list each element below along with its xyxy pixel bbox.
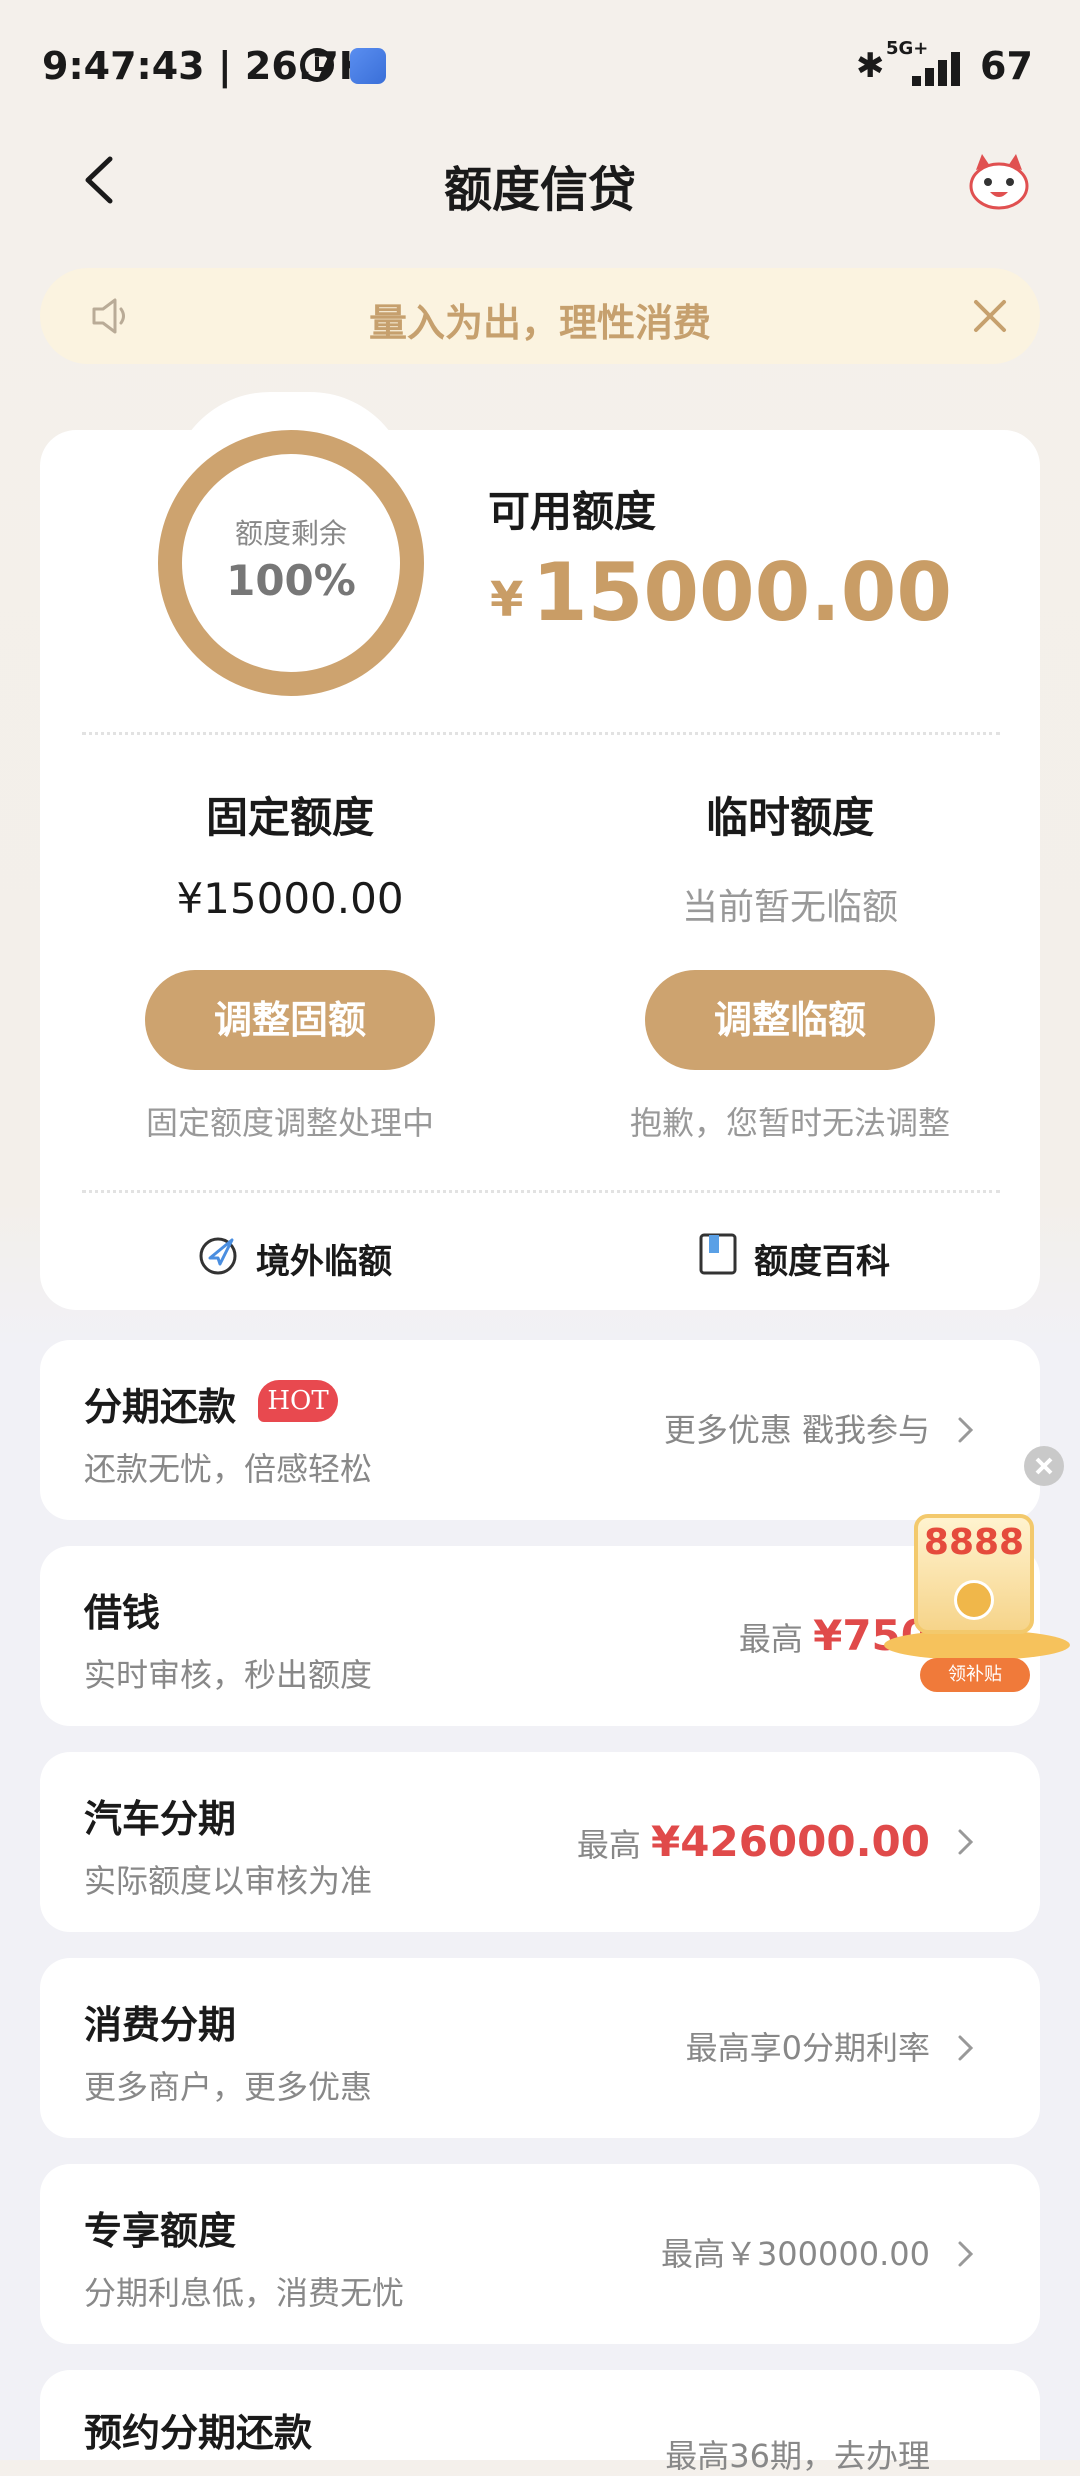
temp-quota-title: 临时额度 bbox=[705, 793, 874, 842]
card-subtitle: 更多商户，更多优惠 bbox=[84, 2068, 373, 2106]
temp-quota-amount: 当前暂无临额 bbox=[681, 887, 898, 928]
adjust-fixed-button[interactable]: 调整固额 bbox=[145, 970, 435, 1070]
overseas-temp-link[interactable]: 境外临额 bbox=[256, 1234, 392, 1283]
chevron-right-icon bbox=[958, 2035, 974, 2061]
close-icon[interactable] bbox=[970, 296, 1010, 336]
fixed-quota-note: 固定额度调整处理中 bbox=[145, 1104, 434, 1142]
ring-percent: 100% bbox=[226, 556, 356, 605]
coin-icon bbox=[954, 1580, 994, 1620]
battery-level: 67 bbox=[980, 44, 1033, 88]
card-title: 借钱 bbox=[84, 1591, 161, 1635]
alarm-icon bbox=[300, 48, 334, 82]
available-currency: ¥ bbox=[490, 572, 524, 628]
promo-claim-button[interactable]: 领补贴 bbox=[920, 1658, 1030, 1692]
status-bar: 9:47:43 | 26.7K ✱ 5G+ 67 bbox=[0, 0, 1080, 130]
available-label: 可用额度 bbox=[488, 487, 657, 536]
floating-promo[interactable]: 8888 领补贴 bbox=[878, 1440, 1078, 1700]
card-title: 预约分期还款 bbox=[84, 2411, 313, 2455]
reserve-installment-card[interactable]: 预约分期还款 最高36期，去办理 bbox=[40, 2370, 1040, 2475]
card-right-text: 最高享0分期利率 bbox=[685, 2029, 930, 2067]
card-subtitle: 还款无忧，倍感轻松 bbox=[84, 1450, 373, 1488]
signal-icon bbox=[912, 52, 972, 86]
adjust-temp-button[interactable]: 调整临额 bbox=[645, 970, 935, 1070]
card-right-text: 最高36期，去办理 bbox=[665, 2437, 930, 2475]
car-installment-card[interactable]: 汽车分期 实际额度以审核为准 最高 ¥426000.00 bbox=[40, 1752, 1040, 1932]
amount-prefix: 最高 bbox=[738, 1620, 803, 1658]
notice-text: 量入为出，理性消费 bbox=[368, 301, 711, 345]
exclusive-quota-card[interactable]: 专享额度 分期利息低，消费无忧 最高￥300000.00 bbox=[40, 2164, 1040, 2344]
card-title: 消费分期 bbox=[84, 2003, 237, 2047]
promo-amount: 8888 bbox=[923, 1522, 1025, 1563]
hot-badge: HOT bbox=[258, 1380, 338, 1422]
quota-encyclopedia-link[interactable]: 额度百科 bbox=[754, 1234, 890, 1283]
available-amount: 15000.00 bbox=[532, 546, 953, 639]
fixed-quota-title: 固定额度 bbox=[205, 793, 374, 842]
ring-label: 额度剩余 bbox=[234, 517, 347, 550]
card-title: 分期还款 bbox=[84, 1385, 237, 1429]
card-right-text: 最高 ¥426000.00 bbox=[577, 1752, 930, 1932]
card-right-text: 最高￥300000.00 bbox=[660, 2235, 930, 2273]
card-subtitle: 分期利息低，消费无忧 bbox=[84, 2274, 405, 2312]
divider bbox=[82, 1190, 1000, 1193]
card-title: 汽车分期 bbox=[84, 1797, 237, 1841]
temp-quota-note: 抱歉，您暂时无法调整 bbox=[629, 1104, 950, 1142]
card-subtitle: 实际额度以审核为准 bbox=[84, 1862, 373, 1900]
coin-pile-icon bbox=[884, 1630, 1070, 1660]
card-subtitle: 实时审核，秒出额度 bbox=[84, 1656, 373, 1694]
app-notification-icon bbox=[350, 48, 386, 84]
bluetooth-icon: ✱ bbox=[856, 46, 885, 86]
book-icon[interactable] bbox=[696, 1232, 740, 1276]
page-title: 额度信贷 bbox=[443, 162, 636, 218]
overseas-plane-icon[interactable] bbox=[196, 1232, 240, 1276]
chevron-right-icon bbox=[958, 1829, 974, 1855]
max-amount: ¥426000.00 bbox=[651, 1817, 930, 1866]
amount-prefix: 最高 bbox=[576, 1826, 641, 1864]
promo-close-icon[interactable] bbox=[1024, 1446, 1064, 1486]
consumer-installment-card[interactable]: 消费分期 更多商户，更多优惠 最高享0分期利率 bbox=[40, 1958, 1040, 2138]
header: 额度信贷 bbox=[0, 130, 1080, 230]
mascot-icon[interactable] bbox=[966, 150, 1032, 212]
notice-banner: 量入为出，理性消费 bbox=[40, 268, 1040, 364]
fixed-quota-amount: ¥15000.00 bbox=[176, 874, 404, 923]
divider bbox=[82, 732, 1000, 735]
card-title: 专享额度 bbox=[84, 2209, 237, 2253]
chevron-right-icon bbox=[958, 2241, 974, 2267]
